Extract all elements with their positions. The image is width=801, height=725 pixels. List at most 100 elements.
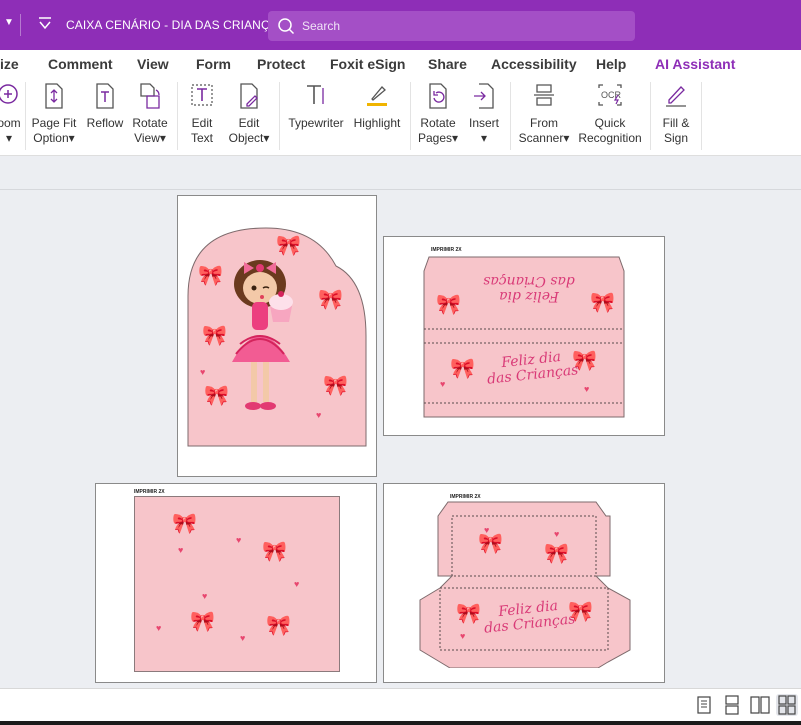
- divider: [20, 14, 21, 36]
- typewriter-button[interactable]: Typewriter: [287, 78, 345, 154]
- bow-icon: 🎀: [190, 611, 215, 633]
- menu-comment[interactable]: Comment: [48, 56, 113, 72]
- bow-icon: 🎀: [318, 289, 343, 311]
- search-input[interactable]: Search: [302, 19, 340, 33]
- page-fit-label-2: Option: [33, 131, 69, 145]
- typewriter-icon: [307, 85, 324, 104]
- quick-recognition-button[interactable]: OCR Quick Recognition: [576, 78, 644, 154]
- fill-sign-label: Fill &: [662, 116, 690, 130]
- insert-button[interactable]: Insert ▾: [464, 78, 504, 154]
- girl-illustration: [218, 244, 318, 436]
- bow-icon: 🎀: [266, 615, 291, 637]
- bow-icon: 🎀: [590, 292, 615, 314]
- print-twice-label: IMPRIMIR 2X: [431, 247, 462, 253]
- page-thumbnail-3[interactable]: IMPRIMIR 2X 🎀 🎀 🎀 🎀 ♥ ♥ ♥ ♥ ♥ ♥: [95, 483, 377, 683]
- highlight-button[interactable]: Highlight: [350, 78, 404, 154]
- bow-icon: 🎀: [478, 533, 503, 555]
- heart-icon: ♥: [200, 367, 206, 377]
- page-fit-icon: [45, 83, 63, 109]
- page-thumbnail-2[interactable]: IMPRIMIR 2X Feliz dia das Crianças Feliz …: [383, 236, 665, 436]
- continuous-view-button[interactable]: [721, 694, 743, 716]
- menu-help[interactable]: Help: [596, 56, 626, 72]
- heart-icon: ♥: [460, 631, 466, 641]
- quick-recognition-label-2: Recognition: [578, 131, 642, 145]
- typewriter-label: Typewriter: [288, 116, 344, 130]
- rotate-pages-button[interactable]: Rotate Pages▾: [416, 78, 460, 154]
- bow-icon: 🎀: [323, 375, 348, 397]
- page-fit-option-button[interactable]: Page Fit Option▾: [30, 78, 78, 154]
- edit-object-button[interactable]: Edit Object▾: [224, 78, 274, 154]
- quick-recognition-label: Quick: [594, 116, 626, 130]
- facing-view-button[interactable]: [749, 694, 771, 716]
- edit-text-button[interactable]: Edit Text: [182, 78, 222, 154]
- status-bar: [0, 688, 801, 721]
- rotate-view-label: Rotate: [132, 116, 168, 130]
- title-bar: ▼ CAIXA CENÁRIO - DIA DAS CRIANÇAS.... S…: [0, 0, 801, 50]
- heart-icon: ♥: [156, 623, 162, 633]
- divider: [410, 82, 411, 150]
- rotate-pages-label: Rotate: [420, 116, 456, 130]
- insert-label: Insert: [468, 116, 499, 130]
- single-page-icon: [697, 696, 711, 714]
- quick-access-dropdown-icon[interactable]: [36, 14, 54, 32]
- fill-sign-button[interactable]: Fill & Sign: [656, 78, 696, 154]
- from-scanner-label: From: [530, 116, 558, 130]
- zoom-in-icon: [0, 84, 18, 104]
- divider: [279, 82, 280, 150]
- heart-icon: ♥: [484, 525, 490, 535]
- chevron-down-icon: ▾: [159, 131, 166, 145]
- document-title: CAIXA CENÁRIO - DIA DAS CRIANÇAS....: [66, 18, 300, 32]
- page-thumbnail-4[interactable]: IMPRIMIR 2X Feliz dia das Crianças 🎀 🎀 🎀 …: [383, 483, 665, 683]
- bow-icon: 🎀: [172, 513, 197, 535]
- menu-bar: ize Comment View Form Protect Foxit eSig…: [0, 50, 801, 78]
- menu-form[interactable]: Form: [196, 56, 231, 72]
- bow-icon: 🎀: [204, 385, 229, 407]
- edit-object-label: Edit: [238, 116, 260, 130]
- page-fit-label: Page Fit: [31, 116, 77, 130]
- menu-organize[interactable]: ize: [0, 56, 19, 72]
- toolbar-spacer: [0, 156, 801, 190]
- menu-foxit-esign[interactable]: Foxit eSign: [330, 56, 405, 72]
- chevron-down-icon: ▾: [480, 131, 488, 145]
- bow-icon: 🎀: [202, 325, 227, 347]
- bow-icon: 🎀: [544, 543, 569, 565]
- document-canvas[interactable]: 🎀 🎀 🎀 🎀 🎀 🎀 ♥ ♥ IMPRIMIR 2X Feliz dia das…: [0, 191, 801, 688]
- heart-icon: ♥: [240, 633, 246, 643]
- chevron-down-icon: ▾: [563, 131, 570, 145]
- divider: [510, 82, 511, 150]
- divider: [177, 82, 178, 150]
- page-thumbnail-1[interactable]: 🎀 🎀 🎀 🎀 🎀 🎀 ♥ ♥: [177, 195, 377, 477]
- fill-sign-pen-icon: [666, 86, 686, 107]
- heart-icon: ♥: [202, 591, 208, 601]
- menu-view[interactable]: View: [137, 56, 169, 72]
- menu-ai-assistant[interactable]: AI Assistant: [655, 56, 735, 72]
- edit-text-label: Edit: [191, 116, 213, 130]
- highlight-label: Highlight: [353, 116, 401, 130]
- bow-icon: 🎀: [450, 358, 475, 380]
- chevron-down-icon[interactable]: ▼: [4, 17, 14, 28]
- zoom-label: oom: [0, 116, 21, 130]
- edit-object-icon: [240, 83, 258, 109]
- highlighter-icon: [367, 86, 387, 106]
- scanner-icon: [534, 84, 554, 106]
- divider: [25, 82, 26, 150]
- menu-protect[interactable]: Protect: [257, 56, 305, 72]
- continuous-facing-view-button[interactable]: [776, 694, 798, 716]
- rotate-view-button[interactable]: Rotate View▾: [128, 78, 172, 154]
- insert-page-icon: [474, 83, 494, 109]
- greeting-text-upside-down: Feliz dia das Crianças: [479, 273, 579, 304]
- menu-accessibility[interactable]: Accessibility: [491, 56, 577, 72]
- search-box[interactable]: Search: [268, 11, 635, 41]
- chevron-down-icon: ▾: [68, 131, 75, 145]
- backdrop-panel: [134, 496, 340, 672]
- reflow-button[interactable]: Reflow: [84, 78, 126, 154]
- edit-object-label-2: Object: [228, 131, 264, 145]
- zoom-button[interactable]: oom ▾: [0, 78, 24, 154]
- bow-icon: 🎀: [262, 541, 287, 563]
- menu-share[interactable]: Share: [428, 56, 467, 72]
- chevron-down-icon: ▾: [452, 131, 459, 145]
- bow-icon: 🎀: [456, 603, 481, 625]
- single-page-view-button[interactable]: [693, 694, 715, 716]
- bow-icon: 🎀: [276, 235, 301, 257]
- from-scanner-button[interactable]: From Scanner▾: [516, 78, 572, 154]
